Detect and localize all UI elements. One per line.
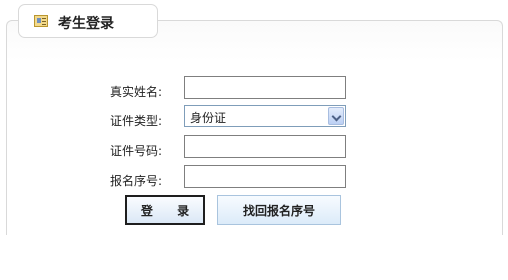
panel-title: 考生登录 — [58, 16, 114, 32]
login-button[interactable]: 登 录 — [125, 195, 205, 225]
id-type-select[interactable]: 身份证 — [184, 105, 346, 127]
panel-title-tab: 考生登录 — [18, 4, 158, 38]
real-name-input[interactable] — [184, 76, 346, 99]
find-serial-button[interactable]: 找回报名序号 — [217, 195, 341, 225]
name-label: 真实姓名: — [110, 85, 163, 99]
id-type-selected-value: 身份证 — [190, 111, 227, 125]
id-type-label: 证件类型: — [110, 114, 163, 128]
id-number-label: 证件号码: — [110, 144, 163, 158]
serial-number-input[interactable] — [184, 165, 346, 188]
id-card-icon — [34, 15, 48, 27]
serial-number-label: 报名序号: — [110, 174, 163, 188]
id-number-input[interactable] — [184, 135, 346, 158]
chevron-down-icon[interactable] — [328, 107, 344, 125]
